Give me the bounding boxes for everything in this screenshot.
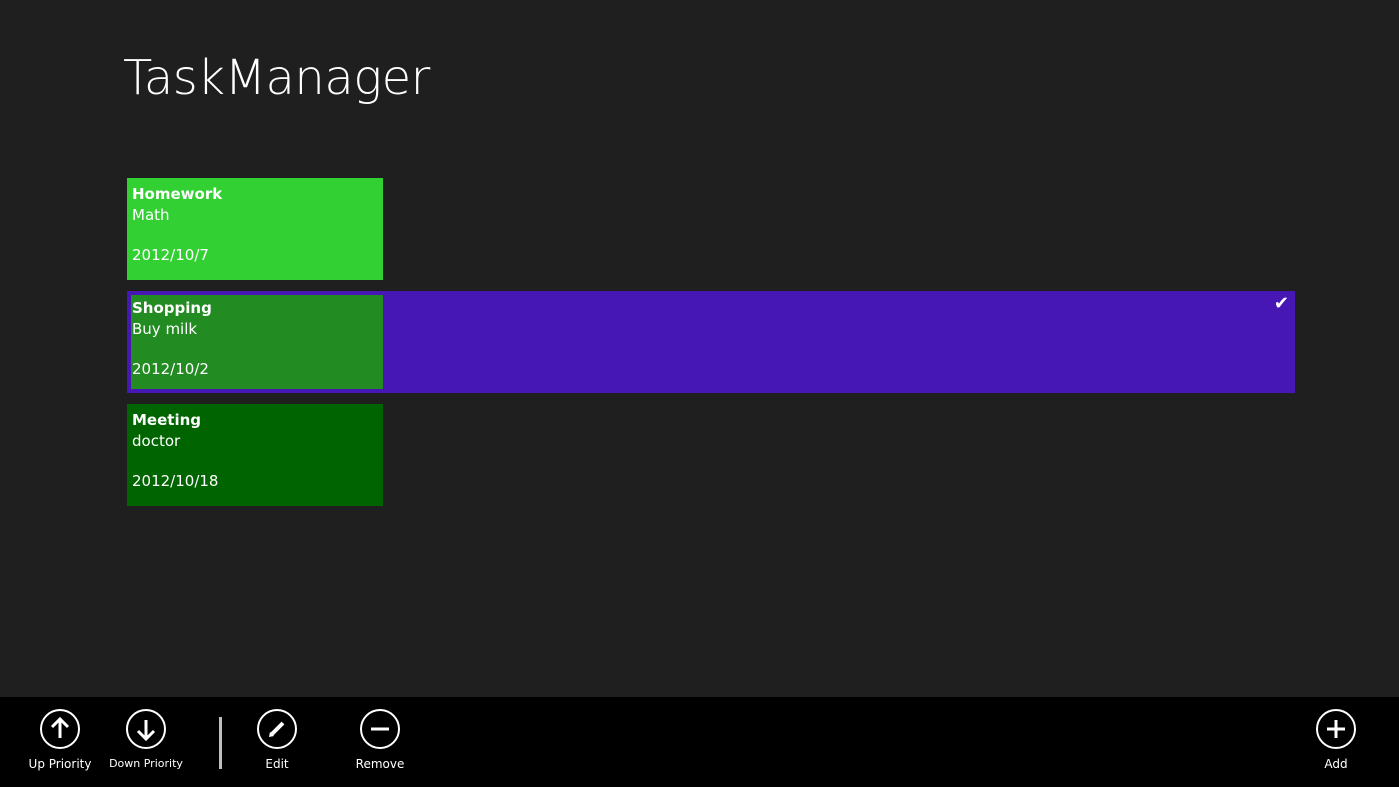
task-date: 2012/10/7 [132, 246, 209, 264]
task-description: doctor [132, 431, 181, 450]
task-tile[interactable]: Shopping Buy milk 2012/10/2 [131, 295, 383, 389]
arrow-down-circle-icon [126, 709, 166, 749]
add-button[interactable]: Add [1291, 709, 1381, 771]
edit-label: Edit [265, 757, 289, 771]
task-description: Buy milk [132, 319, 198, 338]
task-list: Homework Math 2012/10/7 Shopping Buy mil… [127, 178, 1295, 517]
edit-button[interactable]: Edit [232, 709, 322, 771]
task-row-shopping[interactable]: Shopping Buy milk 2012/10/2 ✔ [127, 291, 1295, 393]
app-bar: Up Priority Down Priority Edit Remove Ad… [0, 697, 1399, 787]
task-row-meeting[interactable]: Meeting doctor 2012/10/18 [127, 404, 1295, 506]
up-priority-button[interactable]: Up Priority [15, 709, 105, 771]
task-description: Math [132, 205, 170, 224]
up-priority-label: Up Priority [28, 757, 92, 771]
task-date: 2012/10/2 [132, 360, 209, 378]
task-row-homework[interactable]: Homework Math 2012/10/7 [127, 178, 1295, 280]
task-date: 2012/10/18 [132, 472, 219, 490]
task-tile[interactable]: Homework Math 2012/10/7 [127, 178, 383, 280]
app-title: TaskManager [123, 50, 430, 106]
task-title: Homework [132, 185, 223, 203]
arrow-up-circle-icon [40, 709, 80, 749]
down-priority-label: Down Priority [109, 757, 183, 770]
minus-circle-icon [360, 709, 400, 749]
remove-label: Remove [355, 757, 405, 771]
task-title: Meeting [132, 411, 202, 429]
pencil-circle-icon [257, 709, 297, 749]
add-label: Add [1324, 757, 1348, 771]
app-bar-separator [219, 717, 222, 769]
task-title: Shopping [132, 299, 212, 317]
task-tile[interactable]: Meeting doctor 2012/10/18 [127, 404, 383, 506]
checkmark-icon: ✔ [1273, 293, 1289, 314]
remove-button[interactable]: Remove [335, 709, 425, 771]
down-priority-button[interactable]: Down Priority [101, 709, 191, 770]
plus-circle-icon [1316, 709, 1356, 749]
